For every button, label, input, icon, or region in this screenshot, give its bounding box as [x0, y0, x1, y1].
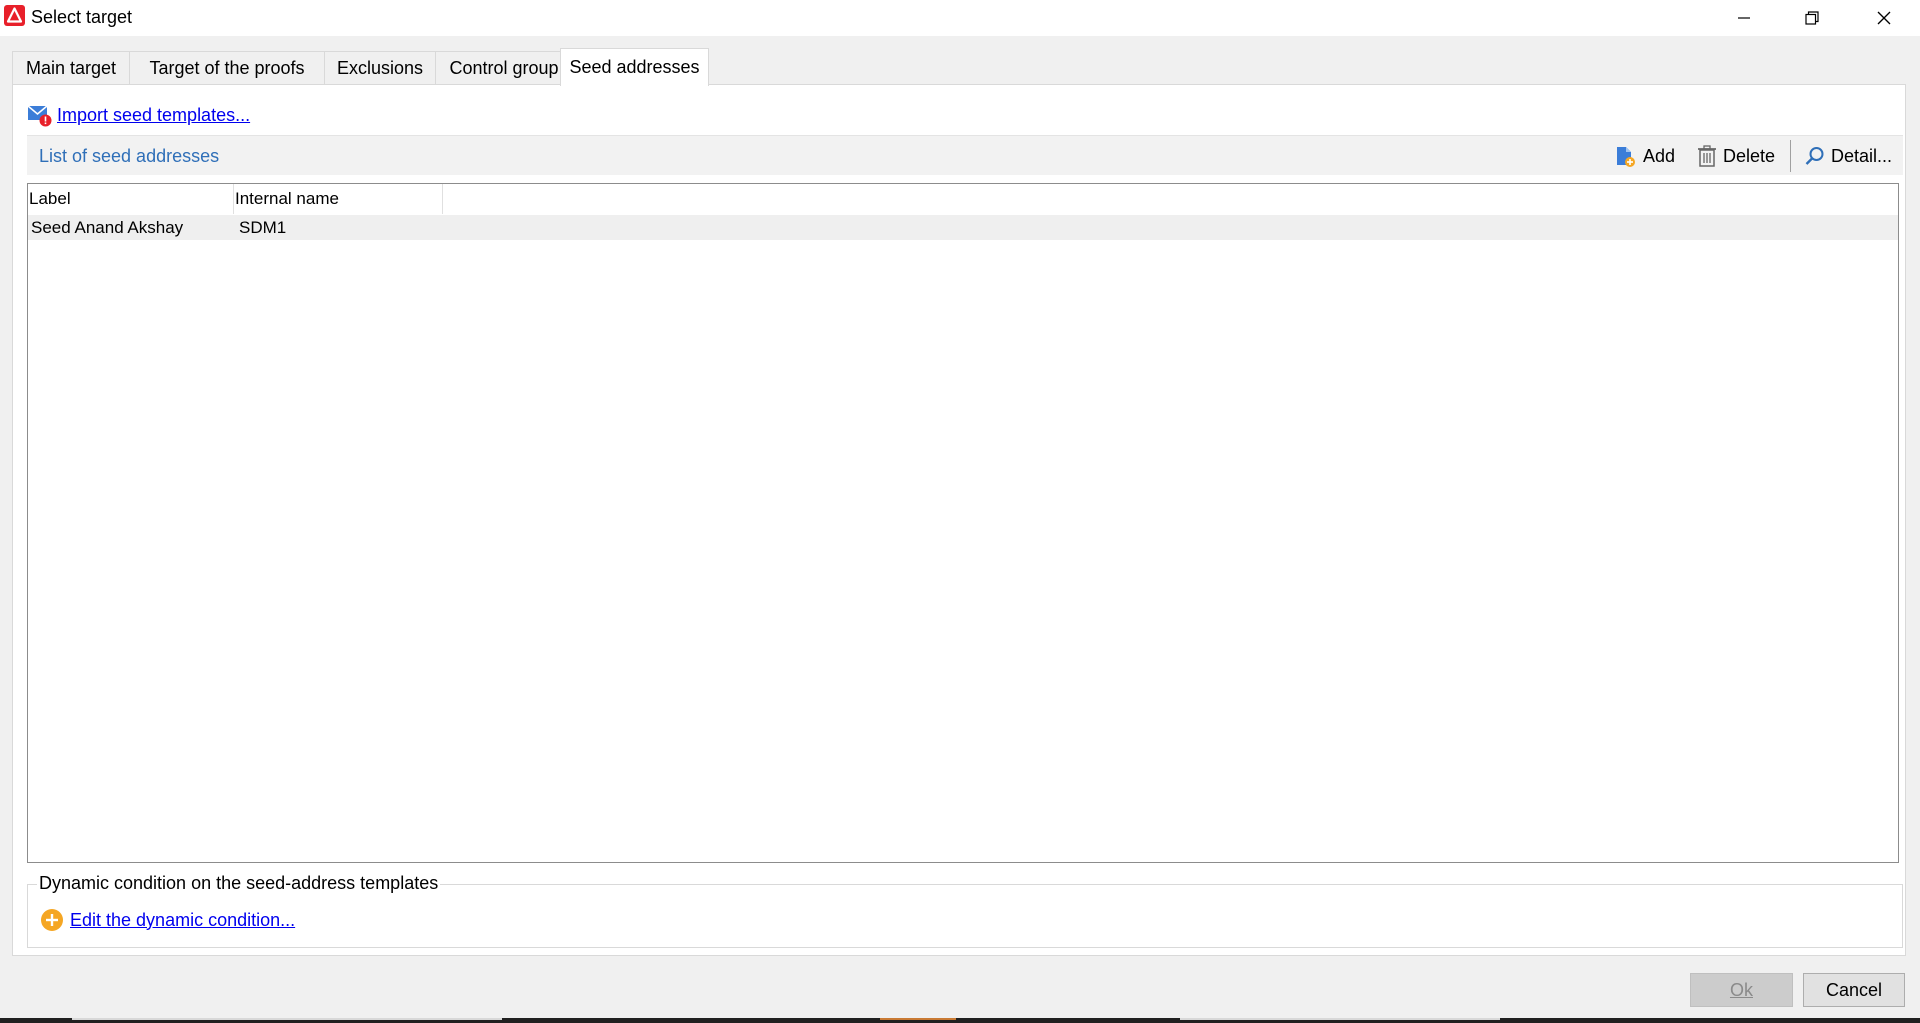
strip-segment [1180, 1018, 1500, 1020]
ok-button-label: Ok [1729, 980, 1753, 1000]
minimize-icon [1738, 17, 1750, 19]
dynamic-condition-legend: Dynamic condition on the seed-address te… [37, 873, 441, 894]
strip-segment [880, 1018, 956, 1020]
adobe-campaign-logo-icon [4, 5, 25, 26]
list-title: List of seed addresses [39, 146, 220, 166]
add-record-icon [1617, 147, 1635, 167]
dynamic-condition-group: Dynamic condition on the seed-address te… [27, 873, 1903, 948]
window-title: Select target [31, 7, 133, 27]
plus-circle-icon [41, 909, 63, 931]
cell-internal-name: SDM1 [239, 218, 287, 237]
close-button[interactable] [1850, 0, 1918, 36]
detail-button-label: Detail... [1831, 145, 1893, 166]
seed-addresses-grid[interactable]: Label Internal name Seed Anand Akshay SD… [27, 183, 1899, 863]
grid-header: Label Internal name [28, 184, 1898, 214]
seed-addresses-panel: Import seed templates... List of seed ad… [12, 84, 1906, 956]
table-row[interactable]: Seed Anand Akshay SDM1 [28, 215, 1898, 240]
import-seed-templates-link[interactable]: Import seed templates... [57, 105, 250, 126]
restore-button[interactable] [1778, 0, 1846, 36]
add-button[interactable]: Add [1615, 142, 1675, 170]
detail-button[interactable]: Detail... [1805, 142, 1892, 170]
toolbar-separator [1790, 140, 1791, 172]
strip-segment [72, 1018, 502, 1020]
cancel-button[interactable]: Cancel [1803, 973, 1905, 1007]
cell-label: Seed Anand Akshay [31, 218, 184, 237]
close-icon [1877, 11, 1891, 25]
restore-icon [1805, 11, 1819, 25]
ok-button[interactable]: Ok [1690, 973, 1793, 1007]
title-bar: Select target [0, 0, 1920, 36]
minimize-button[interactable] [1710, 0, 1778, 36]
tab-exclusions[interactable]: Exclusions [324, 51, 436, 85]
trash-icon [1698, 145, 1716, 167]
tab-control-group[interactable]: Control group [435, 51, 573, 85]
cancel-button-label: Cancel [1825, 980, 1883, 1000]
delete-button-label: Delete [1723, 145, 1776, 166]
bottom-edge-strip [0, 1018, 1920, 1023]
edit-dynamic-condition-row: Edit the dynamic condition... [40, 907, 295, 933]
column-header-label[interactable]: Label [28, 184, 234, 214]
list-toolbar: List of seed addresses Add Delete Detail… [27, 135, 1903, 175]
tab-main-target[interactable]: Main target [12, 51, 130, 85]
column-header-internal-name[interactable]: Internal name [234, 184, 443, 214]
mail-import-icon [27, 105, 52, 127]
import-seed-templates-row: Import seed templates... [27, 102, 250, 128]
delete-button[interactable]: Delete [1697, 142, 1775, 170]
tab-target-of-the-proofs[interactable]: Target of the proofs [129, 51, 325, 85]
magnifier-icon [1805, 147, 1824, 165]
add-button-label: Add [1643, 145, 1676, 166]
tab-seed-addresses[interactable]: Seed addresses [560, 48, 709, 86]
edit-dynamic-condition-link[interactable]: Edit the dynamic condition... [70, 910, 295, 931]
